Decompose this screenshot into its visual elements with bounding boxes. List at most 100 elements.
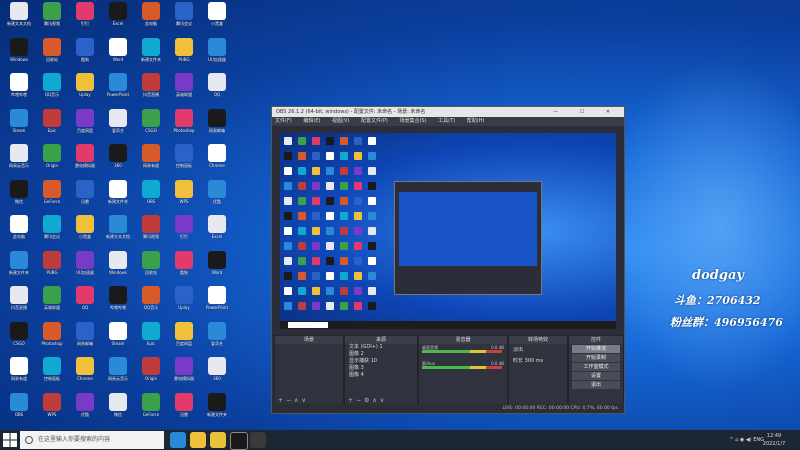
obs-titlebar[interactable]: OBS 26.1.2 (64-bit, windows) - 配置文件: 未命名… bbox=[272, 107, 624, 117]
desktop-icon[interactable]: Photoshop bbox=[169, 108, 199, 145]
desktop-icon[interactable]: Word bbox=[103, 37, 133, 74]
desktop-icon[interactable]: 此电脑 bbox=[4, 215, 34, 251]
desktop-icon[interactable]: QQ音乐 bbox=[136, 286, 166, 322]
settings-button[interactable]: 设置 bbox=[572, 372, 620, 380]
menu-edit[interactable]: 编辑(E) bbox=[303, 118, 320, 124]
desktop-icon[interactable]: GeForce bbox=[37, 179, 67, 216]
desktop-icon[interactable]: Epic bbox=[136, 321, 166, 358]
desktop-icon[interactable]: UU加速器 bbox=[202, 37, 232, 74]
desktop-icon[interactable]: Excel bbox=[103, 2, 133, 38]
menu-view[interactable]: 视图(V) bbox=[332, 118, 349, 124]
desktop-icon[interactable]: 此电脑 bbox=[136, 2, 166, 38]
desktop-icon[interactable]: Origin bbox=[37, 144, 67, 180]
desktop-icon[interactable]: Chrome bbox=[202, 144, 232, 180]
desktop-icon[interactable]: 酷狗 bbox=[70, 37, 100, 74]
desktop-icon[interactable]: Epic bbox=[37, 108, 67, 145]
desktop-icon[interactable]: Uplay bbox=[70, 73, 100, 109]
desktop-icon[interactable]: 新建文本文档 bbox=[4, 2, 34, 38]
desktop-icon[interactable]: 百度网盘 bbox=[70, 108, 100, 145]
desktop-icon[interactable]: 小黑盒 bbox=[202, 2, 232, 38]
desktop-icon[interactable]: PUBG bbox=[169, 37, 199, 74]
desktop-icon[interactable]: 微信 bbox=[4, 179, 34, 216]
windows-start-icon[interactable] bbox=[3, 433, 17, 447]
source-item[interactable]: 图像 2 bbox=[345, 351, 417, 358]
desktop-icon[interactable]: 爱奇艺 bbox=[202, 321, 232, 358]
menu-tools[interactable]: 工具(T) bbox=[438, 118, 455, 124]
desktop-icon[interactable]: 360 bbox=[202, 357, 232, 393]
sources-toolbar[interactable]: +−⚙∧∨ bbox=[348, 397, 387, 404]
desktop-icon[interactable]: CSGO bbox=[4, 321, 34, 358]
menu-help[interactable]: 帮助(H) bbox=[467, 118, 485, 124]
taskbar-clock[interactable]: 12:49 2022/1/7 bbox=[754, 432, 794, 448]
transition-duration[interactable]: 时长 300 ms bbox=[509, 355, 567, 366]
desktop-icon[interactable]: 钉钉 bbox=[169, 215, 199, 251]
transition-select[interactable]: 淡出 bbox=[509, 344, 567, 355]
source-item[interactable]: 显示捕获 10 bbox=[345, 358, 417, 365]
start-recording-button[interactable]: 开始录制 bbox=[572, 354, 620, 362]
desktop-icon[interactable]: QQ音乐 bbox=[37, 73, 67, 109]
desktop-icon[interactable]: PowerPoint bbox=[202, 286, 232, 322]
desktop-icon[interactable]: Photoshop bbox=[37, 321, 67, 358]
desktop-icon[interactable]: 腾讯视频 bbox=[136, 215, 166, 251]
desktop-icon[interactable]: Steam bbox=[103, 321, 133, 358]
desktop-icon[interactable]: 雷电模拟器 bbox=[169, 357, 199, 393]
desktop-icon[interactable]: 英雄联盟 bbox=[169, 73, 199, 109]
desktop-icon[interactable]: 小黑盒 bbox=[70, 215, 100, 251]
source-item[interactable]: 文本 (GDI+) 1 bbox=[345, 344, 417, 351]
obs-taskbar-icon[interactable] bbox=[230, 432, 248, 450]
desktop-icon[interactable]: 抖音直播 bbox=[4, 286, 34, 322]
desktop-icon[interactable]: QQ bbox=[202, 73, 232, 109]
desktop-icon[interactable]: CSGO bbox=[136, 108, 166, 145]
desktop-icon[interactable]: Steam bbox=[4, 108, 34, 145]
desktop-icon[interactable]: OBS bbox=[136, 179, 166, 216]
desktop-icon[interactable]: 新建文本文档 bbox=[103, 215, 133, 251]
obs-preview[interactable] bbox=[280, 133, 616, 329]
desktop-icon[interactable]: 控制面板 bbox=[37, 357, 67, 393]
desktop-icon[interactable]: WPS bbox=[169, 179, 199, 216]
desktop-icon[interactable]: 哔哩哔哩 bbox=[4, 73, 34, 109]
desktop-icon[interactable]: 酷狗 bbox=[169, 250, 199, 287]
desktop-icon[interactable]: 爱奇艺 bbox=[103, 108, 133, 145]
desktop-icon[interactable]: 控制面板 bbox=[169, 144, 199, 180]
desktop-icon[interactable]: 360 bbox=[103, 144, 133, 180]
desktop-icon[interactable]: Origin bbox=[136, 357, 166, 393]
obs-window[interactable]: OBS 26.1.2 (64-bit, windows) - 配置文件: 未命名… bbox=[271, 106, 625, 414]
desktop-icon[interactable]: 腾讯会议 bbox=[169, 2, 199, 38]
desktop-icon[interactable]: 网易邮箱 bbox=[70, 321, 100, 358]
edge-icon[interactable] bbox=[170, 432, 186, 448]
desktop-icon[interactable]: 优酷 bbox=[202, 179, 232, 216]
desktop-icon[interactable]: 网易云音乐 bbox=[4, 144, 34, 180]
source-item[interactable]: 图像 3 bbox=[345, 365, 417, 372]
desktop-icon[interactable]: 腾讯视频 bbox=[37, 2, 67, 38]
desktop-icon[interactable]: QQ bbox=[70, 286, 100, 322]
scenes-toolbar[interactable]: +−∧∨ bbox=[278, 397, 309, 404]
desktop-icon[interactable]: 网易有道 bbox=[136, 144, 166, 180]
desktop-icon[interactable]: 网易云音乐 bbox=[103, 357, 133, 393]
desktop-icon[interactable]: 百度网盘 bbox=[169, 321, 199, 358]
desktop-icon[interactable]: 腾讯会议 bbox=[37, 215, 67, 251]
desktop-icon[interactable]: PUBG bbox=[37, 250, 67, 287]
desktop-icon[interactable]: 钉钉 bbox=[70, 2, 100, 38]
tray-icons[interactable]: ^ ⌂ ◉ ◀) bbox=[729, 437, 751, 443]
desktop-icon[interactable]: 新建文件夹 bbox=[4, 250, 34, 287]
desktop-icon[interactable]: 英雄联盟 bbox=[37, 286, 67, 322]
start-streaming-button[interactable]: 开始推流 bbox=[572, 345, 620, 353]
desktop-icon[interactable]: GeForce bbox=[136, 392, 166, 429]
desktop-icon[interactable]: OBS bbox=[4, 392, 34, 429]
desktop-icon[interactable]: 优酷 bbox=[70, 392, 100, 429]
menu-file[interactable]: 文件(F) bbox=[275, 118, 292, 124]
desktop-icon[interactable]: 迅雷 bbox=[70, 179, 100, 216]
volume-meter[interactable] bbox=[422, 350, 502, 353]
desktop-icon[interactable]: Windows bbox=[103, 250, 133, 287]
desktop-icon[interactable]: Uplay bbox=[169, 286, 199, 322]
desktop-icon[interactable]: 迅雷 bbox=[169, 392, 199, 429]
desktop-icon[interactable]: 回收站 bbox=[37, 37, 67, 74]
desktop-icon[interactable]: 新建文件夹 bbox=[136, 37, 166, 74]
desktop-icon[interactable]: 网易有道 bbox=[4, 357, 34, 393]
desktop-icon[interactable]: 网易邮箱 bbox=[202, 108, 232, 145]
desktop-icon[interactable]: 新建文件夹 bbox=[202, 392, 232, 429]
studio-mode-button[interactable]: 工作室模式 bbox=[572, 363, 620, 371]
file-explorer-icon[interactable] bbox=[190, 432, 206, 448]
taskbar-app-icon[interactable] bbox=[250, 432, 266, 448]
menu-scene-collection[interactable]: 场景集合(S) bbox=[399, 118, 426, 124]
